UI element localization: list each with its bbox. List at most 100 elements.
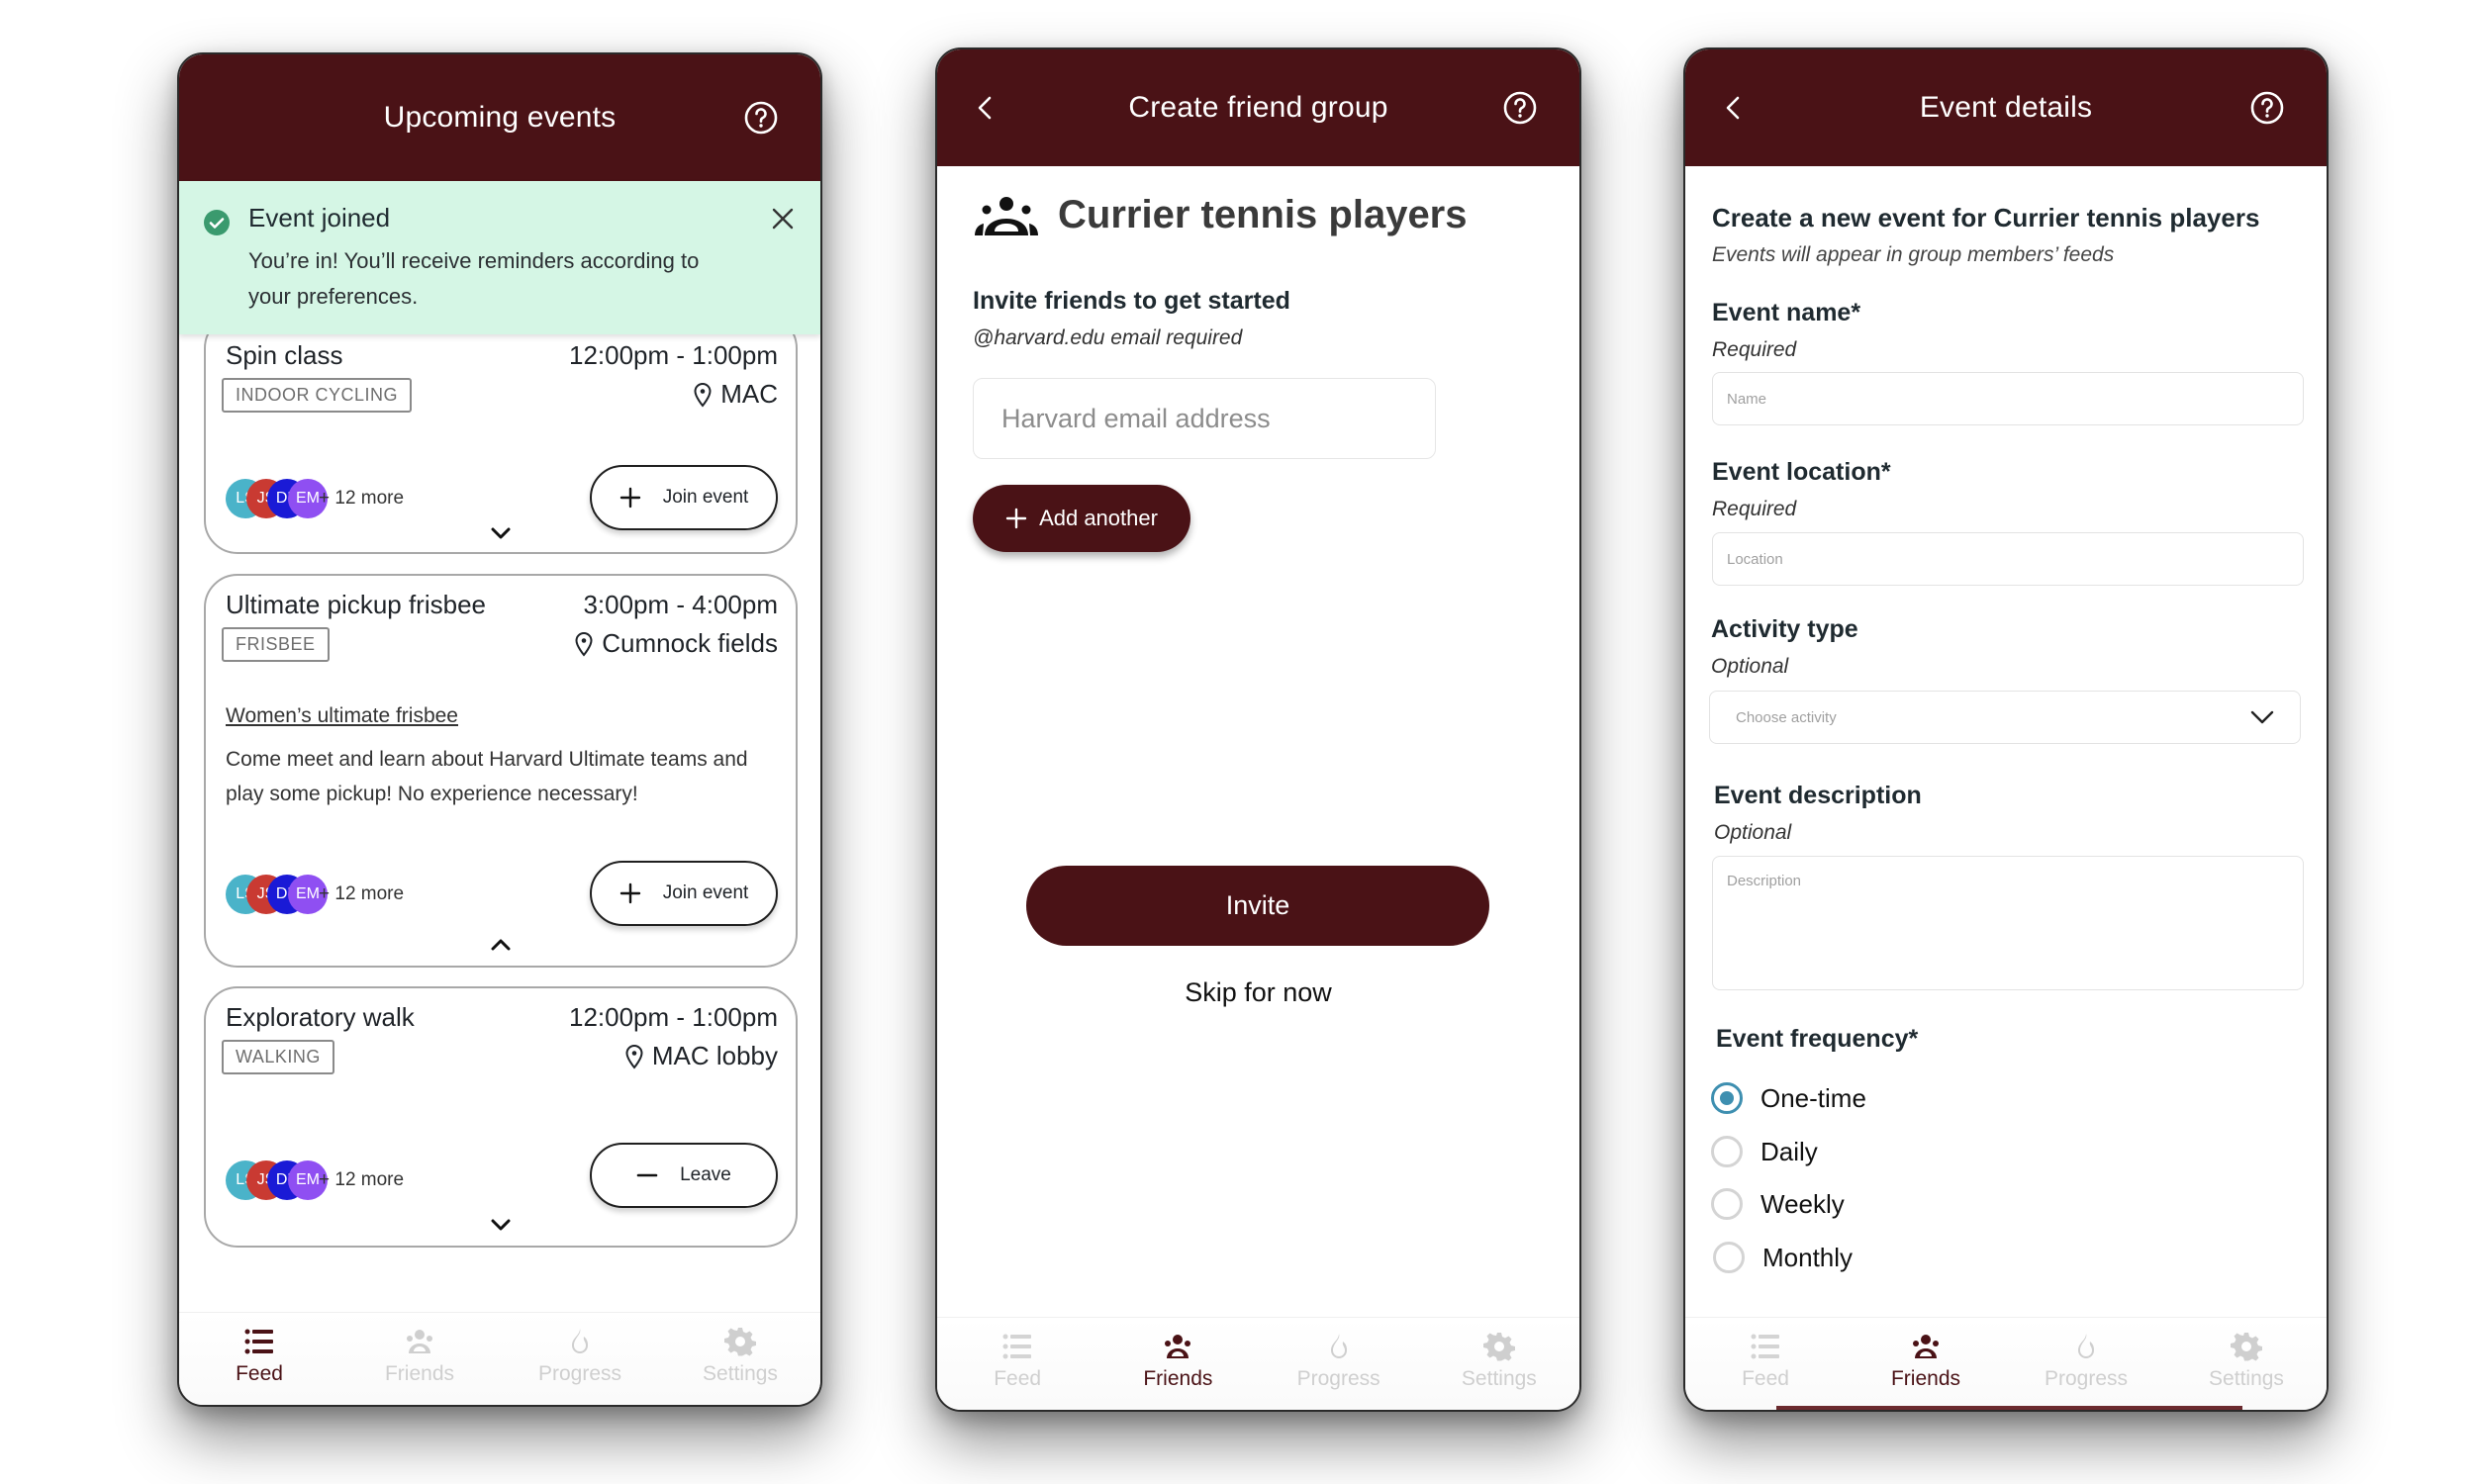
tab-settings[interactable]: Settings xyxy=(660,1313,820,1405)
bottom-tab-bar: Feed Friends Progress Settings xyxy=(179,1312,820,1405)
location-pin-icon xyxy=(625,1044,643,1069)
invite-button[interactable]: Invite xyxy=(1026,866,1489,946)
activity-type-label: Activity type xyxy=(1711,615,1858,643)
app-bar: Event details xyxy=(1685,49,2327,166)
tab-feed[interactable]: Feed xyxy=(1685,1318,1846,1410)
join-event-button[interactable]: Join event xyxy=(590,861,778,926)
radio-label: Monthly xyxy=(1762,1242,1854,1272)
list-icon xyxy=(1751,1334,1779,1359)
event-card[interactable]: Spin class 12:00pm - 1:00pm INDOOR CYCLI… xyxy=(204,334,798,554)
location-text: MAC xyxy=(720,379,778,409)
tab-progress[interactable]: Progress xyxy=(500,1313,660,1405)
chevron-down-icon xyxy=(2250,710,2274,724)
radio-label: Weekly xyxy=(1760,1188,1845,1219)
phone-event-details-screen: Event details Create a new event for Cur… xyxy=(1683,47,2329,1412)
more-attendees-count: + 12 more xyxy=(319,488,405,509)
flame-icon xyxy=(2078,1334,2094,1358)
plus-icon xyxy=(619,882,640,904)
skip-for-now-button[interactable]: Skip for now xyxy=(937,977,1579,1008)
event-description-input[interactable] xyxy=(1712,856,2304,990)
event-card[interactable]: Exploratory walk 12:00pm - 1:00pm WALKIN… xyxy=(204,986,798,1248)
attendee-avatars[interactable]: LS JS DK EM + 12 more xyxy=(226,875,404,914)
frequency-option-monthly[interactable]: Monthly xyxy=(1713,1242,1853,1273)
tab-friends[interactable]: Friends xyxy=(339,1313,500,1405)
form-subheading: Events will appear in group members’ fee… xyxy=(1712,243,2115,266)
tab-friends[interactable]: Friends xyxy=(1846,1318,2006,1410)
invite-label: Invite xyxy=(1225,890,1290,920)
gear-icon xyxy=(1482,1333,1515,1361)
tab-label: Feed xyxy=(994,1367,1042,1390)
help-icon[interactable] xyxy=(743,100,779,136)
activity-type-hint: Optional xyxy=(1711,655,1789,678)
chevron-down-icon[interactable] xyxy=(490,526,512,540)
tab-feed[interactable]: Feed xyxy=(937,1318,1097,1410)
tab-label: Feed xyxy=(1742,1367,1789,1390)
tab-settings[interactable]: Settings xyxy=(2166,1318,2327,1410)
location-pin-icon xyxy=(694,382,712,408)
event-time: 12:00pm - 1:00pm xyxy=(568,340,778,370)
tab-progress[interactable]: Progress xyxy=(2006,1318,2166,1410)
leave-event-label: Leave xyxy=(680,1164,731,1185)
tab-progress[interactable]: Progress xyxy=(1259,1318,1419,1410)
event-name-input[interactable] xyxy=(1712,372,2304,425)
tab-label: Settings xyxy=(703,1362,778,1385)
tab-indicator xyxy=(1776,1406,2242,1410)
event-location-label: Event location* xyxy=(1712,458,1891,486)
join-event-button[interactable]: Join event xyxy=(590,465,778,530)
attendee-avatars[interactable]: LS JS DK EM + 12 more xyxy=(226,1160,404,1200)
add-another-button[interactable]: Add another xyxy=(973,485,1190,552)
invite-subtitle: @harvard.edu email required xyxy=(973,326,1243,349)
group-link[interactable]: Women’s ultimate frisbee xyxy=(226,704,458,728)
group-header: Currier tennis players xyxy=(973,193,1468,237)
form-heading: Create a new event for Currier tennis pl… xyxy=(1712,203,2260,232)
bottom-tab-bar: Feed Friends Progress Settings xyxy=(1685,1317,2327,1410)
plus-icon xyxy=(619,487,640,509)
close-icon[interactable] xyxy=(769,205,797,232)
phone-feed-screen: Upcoming events Event joined You’re in! … xyxy=(177,52,822,1407)
radio-button[interactable] xyxy=(1711,1082,1743,1114)
join-event-label: Join event xyxy=(662,487,749,508)
chevron-down-icon[interactable] xyxy=(490,1218,512,1232)
frequency-option-daily[interactable]: Daily xyxy=(1711,1136,1818,1167)
bottom-tab-bar: Feed Friends Progress Settings xyxy=(937,1317,1579,1410)
tab-label: Friends xyxy=(384,1362,455,1385)
plus-icon xyxy=(1005,508,1027,529)
tab-feed[interactable]: Feed xyxy=(179,1313,339,1405)
group-icon xyxy=(1165,1335,1191,1358)
radio-label: Daily xyxy=(1760,1136,1818,1166)
tab-settings[interactable]: Settings xyxy=(1419,1318,1579,1410)
radio-label: One-time xyxy=(1760,1082,1866,1113)
radio-button[interactable] xyxy=(1713,1242,1745,1273)
radio-button[interactable] xyxy=(1711,1136,1743,1167)
event-description: Come meet and learn about Harvard Ultima… xyxy=(226,748,748,805)
back-arrow-icon[interactable] xyxy=(1719,90,1749,126)
help-icon[interactable] xyxy=(2249,90,2285,126)
frequency-option-weekly[interactable]: Weekly xyxy=(1711,1188,1845,1220)
page-title: Upcoming events xyxy=(383,101,617,134)
list-icon xyxy=(1002,1334,1032,1359)
leave-event-button[interactable]: Leave xyxy=(590,1143,778,1208)
page-title: Create friend group xyxy=(1128,91,1388,124)
event-location-input[interactable] xyxy=(1712,532,2304,586)
event-card[interactable]: Ultimate pickup frisbee 3:00pm - 4:00pm … xyxy=(204,574,798,968)
attendee-avatars[interactable]: LS JS DK EM + 12 more xyxy=(226,479,404,518)
tab-friends[interactable]: Friends xyxy=(1097,1318,1258,1410)
chevron-up-icon[interactable] xyxy=(490,938,512,952)
flame-icon xyxy=(1330,1334,1347,1358)
event-location: MAC lobby xyxy=(624,1041,778,1071)
event-time: 3:00pm - 4:00pm xyxy=(583,590,778,619)
activity-type-placeholder: Choose activity xyxy=(1736,708,1837,726)
help-icon[interactable] xyxy=(1502,90,1538,126)
activity-type-select[interactable]: Choose activity xyxy=(1709,691,2301,744)
tab-label: Friends xyxy=(1143,1367,1213,1390)
back-arrow-icon[interactable] xyxy=(971,90,1000,126)
tab-label: Progress xyxy=(2044,1367,2129,1390)
radio-button[interactable] xyxy=(1711,1188,1743,1220)
event-title: Exploratory walk xyxy=(226,1002,415,1032)
app-bar: Create friend group xyxy=(937,49,1579,166)
event-title: Spin class xyxy=(226,340,343,370)
frequency-option-one-time[interactable]: One-time xyxy=(1711,1082,1866,1114)
group-icon xyxy=(1913,1335,1939,1358)
event-list[interactable]: Spin class 12:00pm - 1:00pm INDOOR CYCLI… xyxy=(179,334,820,1310)
email-input[interactable] xyxy=(973,378,1436,459)
